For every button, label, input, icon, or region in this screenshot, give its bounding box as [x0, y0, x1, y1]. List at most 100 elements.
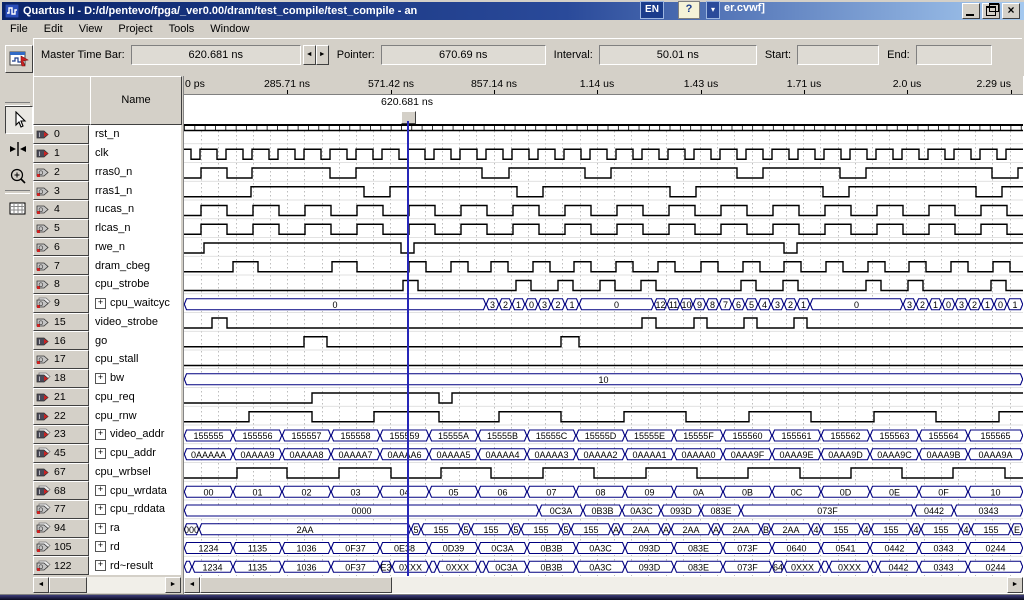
signal-name-cell-cpu_req[interactable]: cpu_req	[89, 388, 181, 407]
expand-plus-icon[interactable]: +	[95, 560, 106, 571]
signal-name-cell-cpu_wrbsel[interactable]: cpu_wrbsel	[89, 463, 181, 482]
signal-pin-cell-7[interactable]: O7	[33, 256, 89, 275]
menu-item-file[interactable]: File	[2, 22, 36, 36]
title-bar[interactable]: Quartus II - D:/d/pentevo/fpga/_ver0.00/…	[2, 2, 1024, 20]
signal-name-cell-cpu_waitcyc[interactable]: +cpu_waitcyc	[89, 294, 181, 313]
signal-name-cell-rras0_n[interactable]: rras0_n	[89, 163, 181, 182]
signal-name-cell-rd~result[interactable]: +rd~result	[89, 556, 181, 575]
toolbar-value-1[interactable]: 670.69 ns	[381, 45, 546, 65]
wave-scrollbar[interactable]: ◄ ►	[184, 577, 1023, 593]
signal-pin-cell-6[interactable]: O6	[33, 238, 89, 257]
signal-name-cell-rras1_n[interactable]: rras1_n	[89, 181, 181, 200]
signal-name-cell-cpu_rnw[interactable]: cpu_rnw	[89, 406, 181, 425]
signal-pin-cell-2[interactable]: O2	[33, 163, 89, 182]
toolbar-value-3[interactable]	[797, 45, 879, 65]
signal-name-cell-bw[interactable]: +bw	[89, 369, 181, 388]
signal-pin-cell-122[interactable]: O122	[33, 556, 89, 575]
expand-plus-icon[interactable]: +	[95, 448, 106, 459]
expand-plus-icon[interactable]: +	[95, 298, 106, 309]
timeline-tick-label-5: 1.43 us	[684, 78, 718, 90]
signal-pin-cell-5[interactable]: O5	[33, 219, 89, 238]
name-panel-scrollbar[interactable]: ◄ ►	[33, 577, 181, 593]
signal-name-cell-cpu_rddata[interactable]: +cpu_rddata	[89, 500, 181, 519]
wave-scroll-left-icon[interactable]: ◄	[184, 577, 200, 593]
signal-pin-cell-94[interactable]: O94	[33, 519, 89, 538]
expand-plus-icon[interactable]: +	[95, 373, 106, 384]
signal-pin-cell-15[interactable]: O15	[33, 313, 89, 332]
signal-pin-cell-105[interactable]: O105	[33, 538, 89, 557]
pointer-tool-button[interactable]	[5, 106, 33, 134]
toolbar-value-2[interactable]: 50.01 ns	[599, 45, 757, 65]
signal-name-cell-rwe_n[interactable]: rwe_n	[89, 238, 181, 257]
wave-scroll-track[interactable]	[200, 577, 1007, 593]
time-bar-strip[interactable]: 620.681 ns	[184, 95, 1023, 124]
signal-pin-cell-23[interactable]: I23	[33, 425, 89, 444]
signal-name-cell-video_strobe[interactable]: video_strobe	[89, 313, 181, 332]
menu-item-window[interactable]: Window	[202, 22, 257, 36]
expand-plus-icon[interactable]: +	[95, 504, 106, 515]
zoom-tool-button[interactable]	[5, 164, 31, 190]
scroll-left-icon[interactable]: ◄	[33, 577, 49, 593]
expand-plus-icon[interactable]: +	[95, 429, 106, 440]
wave-scroll-thumb[interactable]	[200, 577, 392, 593]
toolbar-value-4[interactable]	[916, 45, 992, 65]
waveform-editor-button[interactable]	[5, 45, 33, 73]
signal-name-cell-ra[interactable]: +ra	[89, 519, 181, 538]
wave-grid[interactable]: 0321032101211109876543210321032101101555…	[184, 124, 1023, 576]
signal-name-cell-rucas_n[interactable]: rucas_n	[89, 200, 181, 219]
signal-pin-cell-22[interactable]: I22	[33, 406, 89, 425]
signal-name-cell-go[interactable]: go	[89, 331, 181, 350]
menu-item-edit[interactable]: Edit	[36, 22, 71, 36]
signal-name-cell-cpu_wrdata[interactable]: +cpu_wrdata	[89, 481, 181, 500]
signal-name-cell-video_addr[interactable]: +video_addr	[89, 425, 181, 444]
signal-name-cell-cpu_stall[interactable]: cpu_stall	[89, 350, 181, 369]
signal-pin-cell-45[interactable]: I45	[33, 444, 89, 463]
grid-tool-button[interactable]	[5, 196, 31, 222]
signal-name-cell-dram_cbeg[interactable]: dram_cbeg	[89, 256, 181, 275]
minimize-button[interactable]	[962, 3, 980, 19]
waveform-svg[interactable]: 0321032101211109876543210321032101101555…	[184, 124, 1023, 576]
menu-item-project[interactable]: Project	[110, 22, 160, 36]
language-bar-options-icon[interactable]: ▾	[706, 1, 720, 19]
wave-rras1_n	[184, 187, 1023, 197]
toolbar-value-0[interactable]: 620.681 ns	[131, 45, 301, 65]
expand-plus-icon[interactable]: +	[95, 523, 106, 534]
name-scroll-track[interactable]	[49, 577, 165, 593]
signal-pin-cell-68[interactable]: I68	[33, 481, 89, 500]
menu-item-view[interactable]: View	[71, 22, 111, 36]
spin-left-icon[interactable]: ◄	[303, 45, 316, 65]
timeline-ruler[interactable]: 0 ps285.71 ns571.42 ns857.14 ns1.14 us1.…	[184, 76, 1023, 95]
edit-tool-button[interactable]	[5, 136, 31, 162]
signal-pin-cell-16[interactable]: I16	[33, 331, 89, 350]
signal-name-cell-clk[interactable]: clk	[89, 144, 181, 163]
signal-pin-cell-8[interactable]: O8	[33, 275, 89, 294]
signal-pin-cell-4[interactable]: O4	[33, 200, 89, 219]
signal-name-cell-cpu_addr[interactable]: +cpu_addr	[89, 444, 181, 463]
signal-name-cell-rst_n[interactable]: rst_n	[89, 125, 181, 144]
close-button[interactable]: ×	[1002, 3, 1020, 19]
master-time-cursor[interactable]	[407, 121, 409, 576]
signal-name-cell-rd[interactable]: +rd	[89, 538, 181, 557]
signal-pin-cell-0[interactable]: I0	[33, 125, 89, 144]
signal-pin-cell-77[interactable]: O77	[33, 500, 89, 519]
signal-name-cell-cpu_strobe[interactable]: cpu_strobe	[89, 275, 181, 294]
signal-pin-cell-21[interactable]: I21	[33, 388, 89, 407]
spin-right-icon[interactable]: ►	[316, 45, 329, 65]
wave-scroll-right-icon[interactable]: ►	[1007, 577, 1023, 593]
timeline-tick	[287, 90, 288, 94]
signal-pin-cell-67[interactable]: I67	[33, 463, 89, 482]
signal-pin-cell-17[interactable]: O17	[33, 350, 89, 369]
expand-plus-icon[interactable]: +	[95, 485, 106, 496]
menu-item-tools[interactable]: Tools	[161, 22, 203, 36]
name-scroll-thumb[interactable]	[49, 577, 87, 593]
language-badge[interactable]: EN	[640, 1, 664, 19]
restore-button[interactable]	[982, 3, 1000, 19]
expand-plus-icon[interactable]: +	[95, 541, 106, 552]
language-help-icon[interactable]: ?	[678, 1, 700, 19]
signal-pin-cell-18[interactable]: I18	[33, 369, 89, 388]
signal-pin-cell-3[interactable]: O3	[33, 181, 89, 200]
scroll-right-icon[interactable]: ►	[165, 577, 181, 593]
signal-pin-cell-9[interactable]: O9	[33, 294, 89, 313]
signal-pin-cell-1[interactable]: I1	[33, 144, 89, 163]
signal-name-cell-rlcas_n[interactable]: rlcas_n	[89, 219, 181, 238]
